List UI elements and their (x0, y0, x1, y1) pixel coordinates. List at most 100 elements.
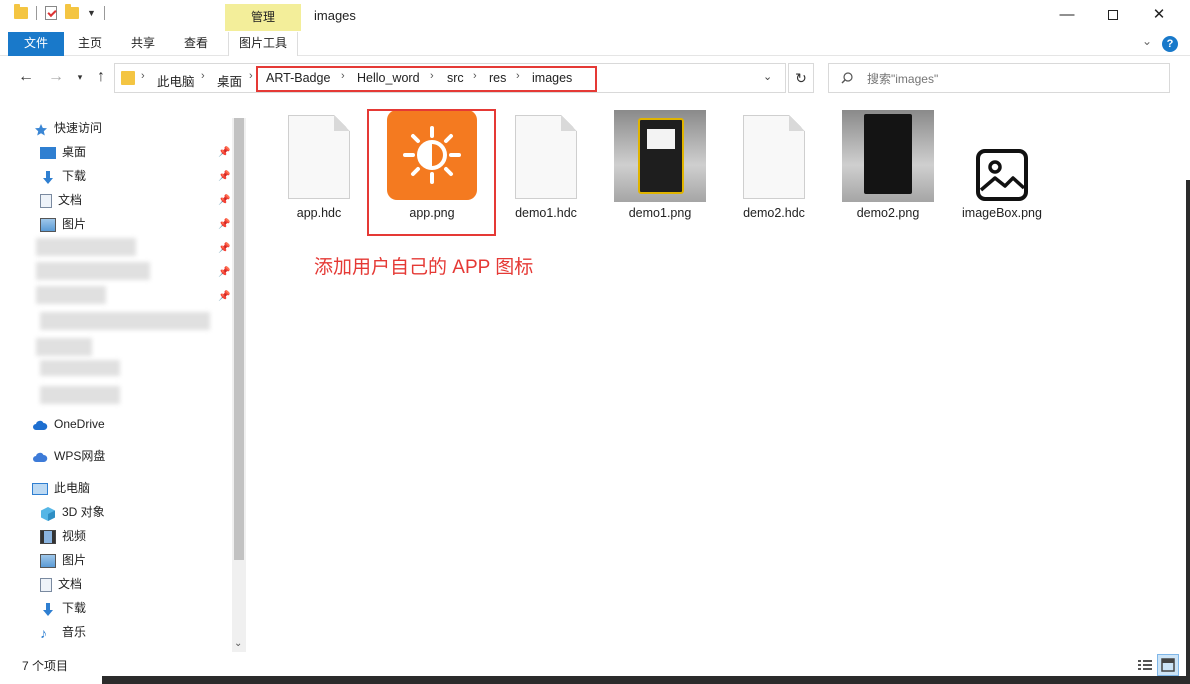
cube-icon (40, 506, 56, 521)
new-folder-icon[interactable] (65, 4, 79, 19)
expand-ribbon-chevron-icon[interactable]: ⌄ (1142, 34, 1152, 48)
breadcrumb-separator[interactable]: › (201, 70, 205, 82)
music-note-icon: ♪ (40, 624, 47, 641)
file-item[interactable]: imageBox.png (952, 110, 1052, 230)
star-icon (34, 122, 48, 136)
scroll-down-arrow-icon[interactable]: ⌄ (234, 638, 242, 649)
redacted-nav-item (36, 262, 150, 280)
address-bar[interactable]: › 此电脑 › 桌面 › ART-Badge › Hello_word › sr… (114, 63, 786, 93)
nav-label: 3D 对象 (62, 505, 105, 519)
document-icon (40, 577, 52, 592)
pin-icon: 📌 (218, 243, 231, 254)
breadcrumb-separator[interactable]: › (341, 70, 345, 82)
pin-icon: 📌 (218, 171, 231, 182)
redacted-nav-item (36, 286, 106, 304)
close-icon: ✕ (1152, 6, 1166, 23)
nav-wps-drive[interactable]: WPS网盘 (32, 445, 105, 467)
nav-item-documents-pc[interactable]: 文档 (40, 573, 82, 595)
nav-quick-access[interactable]: 快速访问 (34, 117, 102, 139)
nav-label: 快速访问 (54, 121, 103, 135)
breadcrumb-separator[interactable]: › (430, 70, 434, 82)
maximize-icon (1108, 10, 1118, 21)
large-icons-view-icon (1161, 658, 1175, 672)
quick-access-toolbar: ▼ (14, 4, 105, 20)
customize-toolbar-caret-icon[interactable]: ▼ (87, 8, 96, 18)
file-item[interactable]: app.png (382, 110, 482, 230)
nav-scrollbar-thumb[interactable] (234, 118, 244, 560)
back-button[interactable]: ← (16, 68, 36, 88)
folder-icon[interactable] (14, 4, 28, 19)
breadcrumb-art-badge[interactable]: ART-Badge (266, 71, 330, 85)
file-name: demo2.png (856, 206, 920, 220)
pin-icon: 📌 (218, 267, 231, 278)
breadcrumb-this-pc[interactable]: 此电脑 (157, 71, 195, 90)
nav-onedrive[interactable]: OneDrive (32, 413, 105, 435)
file-item[interactable]: demo1.hdc (496, 110, 596, 230)
nav-item-desktop[interactable]: 桌面 (40, 141, 86, 163)
pcb-photo-thumbnail (842, 110, 934, 202)
forward-button[interactable]: → (46, 68, 66, 88)
breadcrumb-separator[interactable]: › (249, 70, 253, 82)
badge-photo-thumbnail (614, 110, 706, 202)
recent-locations-icon[interactable]: ▾ (70, 68, 90, 88)
breadcrumb-hello-word[interactable]: Hello_word (357, 71, 420, 85)
toolbar-divider (103, 6, 105, 20)
breadcrumb-separator[interactable]: › (141, 70, 145, 82)
tab-manage[interactable]: 管理 (225, 4, 301, 31)
document-file-icon (288, 115, 350, 199)
file-item[interactable]: demo2.png (838, 110, 938, 230)
help-icon[interactable]: ? (1162, 36, 1178, 52)
file-item[interactable]: app.hdc (269, 110, 369, 230)
tab-share[interactable]: 共享 (124, 32, 162, 56)
breadcrumb-src[interactable]: src (447, 71, 464, 85)
toolbar-divider (36, 6, 37, 20)
pin-icon: 📌 (218, 291, 231, 302)
nav-label: 下载 (62, 169, 87, 183)
document-icon (40, 193, 52, 208)
file-item[interactable]: demo2.hdc (724, 110, 824, 230)
nav-label: 图片 (62, 217, 87, 231)
breadcrumb-separator[interactable]: › (516, 70, 520, 82)
maximize-button[interactable] (1090, 0, 1136, 32)
up-button[interactable]: ↑ (91, 68, 111, 88)
breadcrumb-res[interactable]: res (489, 71, 506, 85)
address-dropdown-icon[interactable]: ⌄ (763, 70, 772, 83)
file-name: demo1.png (628, 206, 692, 220)
item-count: 7 个项目 (22, 659, 69, 673)
refresh-button[interactable]: ↻ (788, 63, 814, 93)
nav-item-downloads[interactable]: 下载 (40, 165, 86, 187)
search-icon (841, 72, 853, 84)
nav-item-3d-objects[interactable]: 3D 对象 (40, 501, 105, 523)
search-input[interactable] (867, 70, 1157, 88)
tab-home[interactable]: 主页 (72, 32, 108, 56)
nav-item-documents[interactable]: 文档 (40, 189, 82, 211)
nav-label: 图片 (62, 553, 87, 567)
ribbon-tabs: 文件 主页 共享 查看 图片工具 ⌄ ? (0, 32, 1190, 56)
download-arrow-icon (40, 602, 56, 616)
nav-this-pc[interactable]: 此电脑 (32, 477, 90, 499)
breadcrumb-images[interactable]: images (532, 71, 572, 85)
app-icon-thumbnail (387, 110, 477, 200)
title-bar: ▼ 管理 images — ✕ (0, 0, 1190, 32)
nav-item-music[interactable]: ♪ 音乐 (40, 621, 86, 643)
cloud-icon (32, 418, 48, 432)
sun-icon (403, 126, 461, 184)
properties-icon[interactable] (45, 6, 57, 20)
nav-item-pictures[interactable]: 图片 (40, 213, 86, 235)
nav-label: 视频 (62, 529, 87, 543)
tab-view[interactable]: 查看 (176, 32, 216, 56)
tab-picture-tools[interactable]: 图片工具 (228, 32, 298, 56)
breadcrumb-separator[interactable]: › (473, 70, 477, 82)
large-icons-view-button[interactable] (1157, 654, 1179, 676)
file-item[interactable]: demo1.png (610, 110, 710, 230)
nav-item-videos[interactable]: 视频 (40, 525, 86, 547)
details-view-icon[interactable] (1136, 656, 1154, 674)
close-button[interactable]: ✕ (1136, 0, 1182, 32)
nav-item-pictures-pc[interactable]: 图片 (40, 549, 86, 571)
breadcrumb-desktop[interactable]: 桌面 (217, 71, 242, 90)
tab-file[interactable]: 文件 (8, 32, 64, 56)
search-box[interactable] (828, 63, 1170, 93)
nav-label: 文档 (58, 193, 83, 207)
minimize-button[interactable]: — (1044, 0, 1090, 32)
nav-item-downloads-pc[interactable]: 下载 (40, 597, 86, 619)
